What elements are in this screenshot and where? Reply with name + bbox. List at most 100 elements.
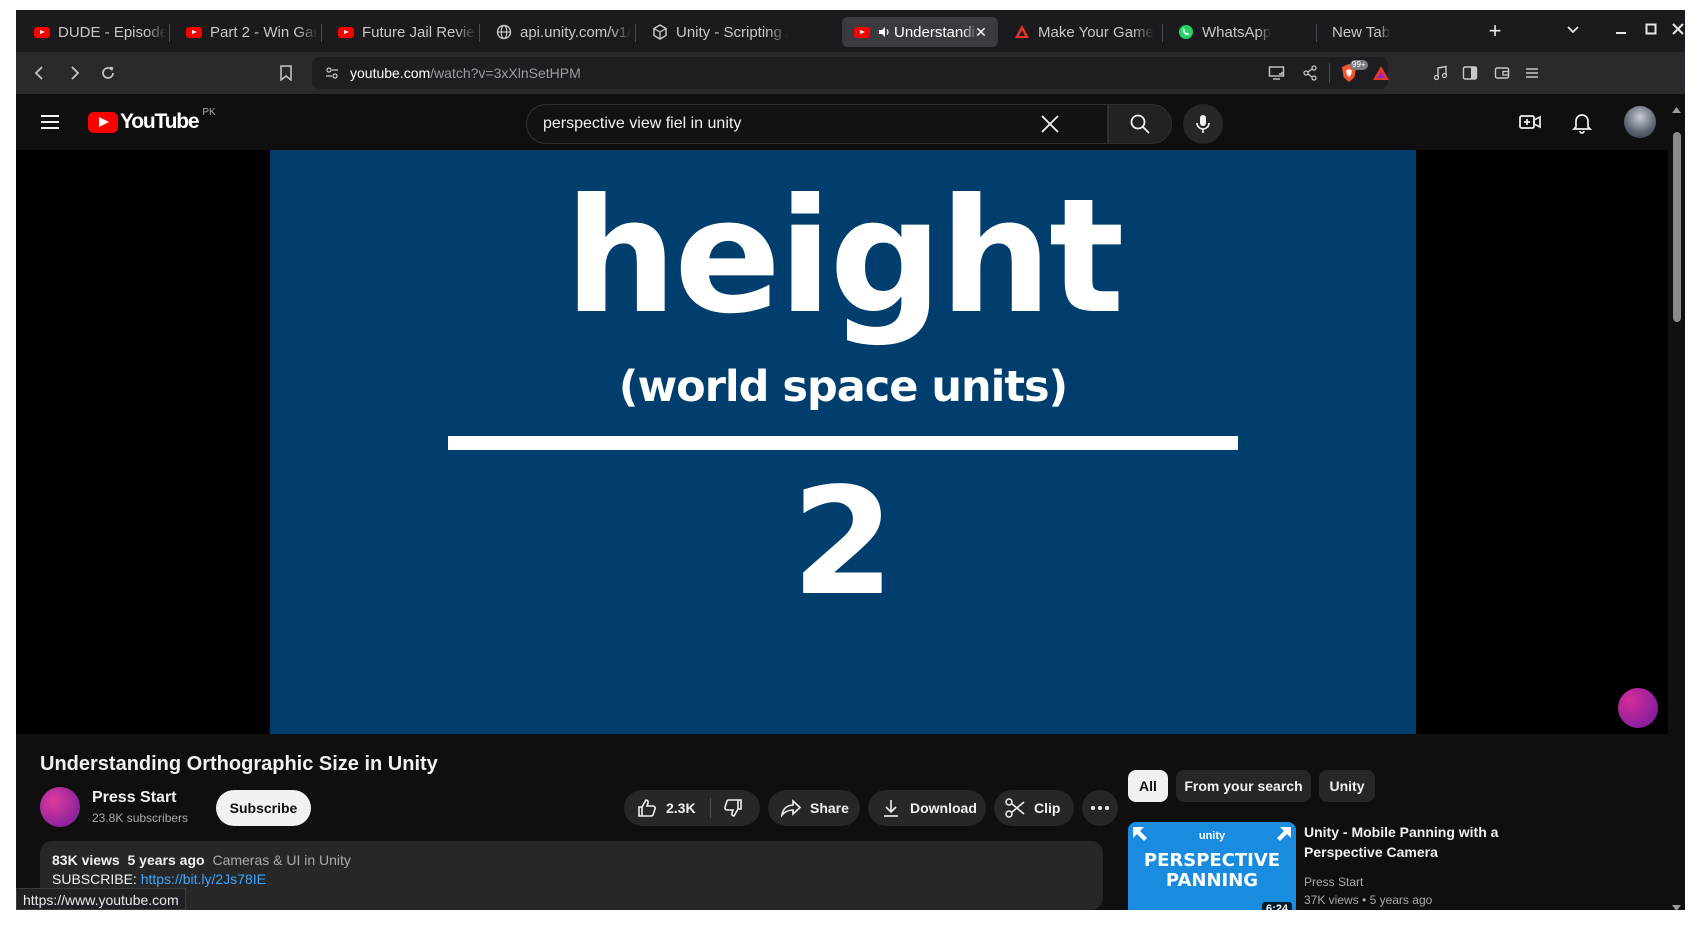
notifications-bell-icon[interactable] <box>1570 110 1594 134</box>
cast-icon[interactable] <box>1268 65 1286 86</box>
tab-dude[interactable]: DUDE - Episode 3 <box>22 17 166 47</box>
tab-whatsapp[interactable]: WhatsApp <box>1166 17 1314 47</box>
youtube-logo-icon <box>88 111 118 133</box>
media-icon[interactable] <box>1428 61 1452 85</box>
thumbs-up-icon <box>638 799 656 817</box>
tab-title: New Tab <box>1332 23 1391 41</box>
download-button[interactable]: Download <box>868 790 986 826</box>
reload-icon[interactable] <box>96 61 120 85</box>
like-dislike-group: 2.3K <box>624 790 760 826</box>
tab-title: Make Your Game <box>1038 23 1154 41</box>
frame-heading: height <box>564 165 1125 349</box>
url-host: youtube.com <box>350 65 431 81</box>
hamburger-menu-icon[interactable] <box>38 110 62 134</box>
account-avatar[interactable] <box>1624 106 1656 138</box>
like-count: 2.3K <box>666 800 696 816</box>
menu-icon[interactable] <box>1520 61 1544 85</box>
download-icon <box>884 800 898 817</box>
whatsapp-icon <box>1178 24 1194 40</box>
description-box[interactable]: 83K views 5 years ago Cameras & UI in Un… <box>40 841 1103 910</box>
thumbnail-line-2: PANNING <box>1165 870 1259 891</box>
frame-denominator: 2 <box>791 456 895 628</box>
arrow-corner-icon <box>1132 826 1148 847</box>
country-code: PK <box>202 106 216 118</box>
close-window-icon[interactable] <box>1670 20 1685 42</box>
wallet-icon[interactable] <box>1490 61 1514 85</box>
sidebar-toggle-icon[interactable] <box>1458 61 1482 85</box>
brave-shields-icon[interactable]: 99+ <box>1340 60 1368 88</box>
youtube-logo[interactable]: YouTube PK <box>88 107 216 133</box>
unity-icon <box>652 24 668 40</box>
channel-watermark[interactable] <box>1618 688 1658 728</box>
tab-part-2[interactable]: Part 2 - Win Game <box>174 17 318 47</box>
maximize-icon[interactable] <box>1640 20 1662 42</box>
fraction-bar <box>448 436 1238 450</box>
clear-search-icon[interactable] <box>1039 113 1061 135</box>
page-scrollbar[interactable] <box>1668 94 1685 910</box>
youtube-icon <box>34 24 50 40</box>
tab-new-tab[interactable]: New Tab <box>1320 17 1460 47</box>
recommended-views: 37K views <box>1304 893 1359 907</box>
youtube-icon <box>854 24 870 40</box>
dislike-button[interactable] <box>722 797 744 822</box>
share-page-icon[interactable] <box>1302 65 1318 86</box>
share-arrow-icon <box>780 799 802 818</box>
subscribe-button[interactable]: Subscribe <box>216 790 311 826</box>
tab-title: api.unity.com/v1/ <box>520 23 632 41</box>
scroll-up-icon[interactable] <box>1672 100 1681 118</box>
recommended-age: 5 years ago <box>1369 893 1433 907</box>
tab-make-your-game[interactable]: Make Your Game <box>1002 17 1160 47</box>
chip-unity[interactable]: Unity <box>1319 770 1375 802</box>
search-button[interactable] <box>1108 104 1172 144</box>
site-settings-icon[interactable] <box>324 65 340 86</box>
more-actions-button[interactable] <box>1082 790 1118 826</box>
tab-title: DUDE - Episode 3 <box>58 23 166 41</box>
recommended-title[interactable]: Unity - Mobile Panning with a Perspectiv… <box>1304 822 1524 862</box>
forward-icon[interactable] <box>62 61 86 85</box>
scroll-down-icon[interactable] <box>1672 898 1681 910</box>
like-button[interactable]: 2.3K <box>636 797 696 819</box>
tab-future-jail[interactable]: Future Jail Review <box>326 17 476 47</box>
like-divider <box>710 798 711 818</box>
back-icon[interactable] <box>28 61 52 85</box>
minimize-icon[interactable] <box>1610 20 1632 42</box>
address-bar[interactable]: youtube.com/watch?v=3xXlnSetHPM 99+ <box>312 57 1390 89</box>
channel-name[interactable]: Press Start <box>92 789 177 807</box>
url-path: /watch?v=3xXlnSetHPM <box>430 65 581 81</box>
new-tab-button[interactable]: + <box>1484 20 1506 42</box>
tab-unity-api[interactable]: api.unity.com/v1/ <box>484 17 632 47</box>
tab-unity-scripting[interactable]: Unity - Scripting API <box>640 17 788 47</box>
video-player[interactable]: height (world space units) 2 <box>16 150 1668 734</box>
shields-badge: 99+ <box>1350 60 1368 70</box>
tab-strip: DUDE - Episode 3 Part 2 - Win Game Futur… <box>16 10 1685 52</box>
search-icon <box>1130 114 1150 134</box>
description-link[interactable]: https://bit.ly/2Js78IE <box>141 871 266 887</box>
brave-icon <box>1014 24 1030 40</box>
clip-button[interactable]: Clip <box>994 790 1074 826</box>
search-input[interactable] <box>543 105 1023 143</box>
create-video-icon[interactable] <box>1518 110 1542 134</box>
thumbnail-line-1: PERSPECTIVE <box>1143 850 1281 871</box>
upload-age: 5 years ago <box>127 852 205 868</box>
tab-understanding-active[interactable]: Understanding ✕ <box>842 17 998 47</box>
video-tags[interactable]: Cameras & UI in Unity <box>212 852 350 868</box>
tab-list-icon[interactable] <box>1562 20 1584 42</box>
voice-search-button[interactable] <box>1183 104 1223 144</box>
download-label: Download <box>910 800 977 816</box>
close-tab-icon[interactable]: ✕ <box>972 23 990 41</box>
bookmark-icon[interactable] <box>274 61 298 85</box>
share-button[interactable]: Share <box>768 790 860 826</box>
chip-all[interactable]: All <box>1128 770 1168 802</box>
recommended-thumbnail[interactable]: unity PERSPECTIVE PANNING 6:24 <box>1128 822 1296 910</box>
youtube-header: YouTube PK <box>16 94 1668 150</box>
channel-avatar[interactable] <box>40 787 80 827</box>
chip-from-your-search[interactable]: From your search <box>1176 770 1311 802</box>
globe-icon <box>496 24 512 40</box>
brave-rewards-icon[interactable] <box>1372 65 1390 86</box>
youtube-icon <box>186 24 202 40</box>
thumbnail-brand: unity <box>1198 830 1226 842</box>
scrollbar-thumb[interactable] <box>1673 132 1681 322</box>
recommended-channel[interactable]: Press Start <box>1304 875 1363 889</box>
tab-separator <box>169 24 170 42</box>
browser-window: DUDE - Episode 3 Part 2 - Win Game Futur… <box>16 10 1685 910</box>
